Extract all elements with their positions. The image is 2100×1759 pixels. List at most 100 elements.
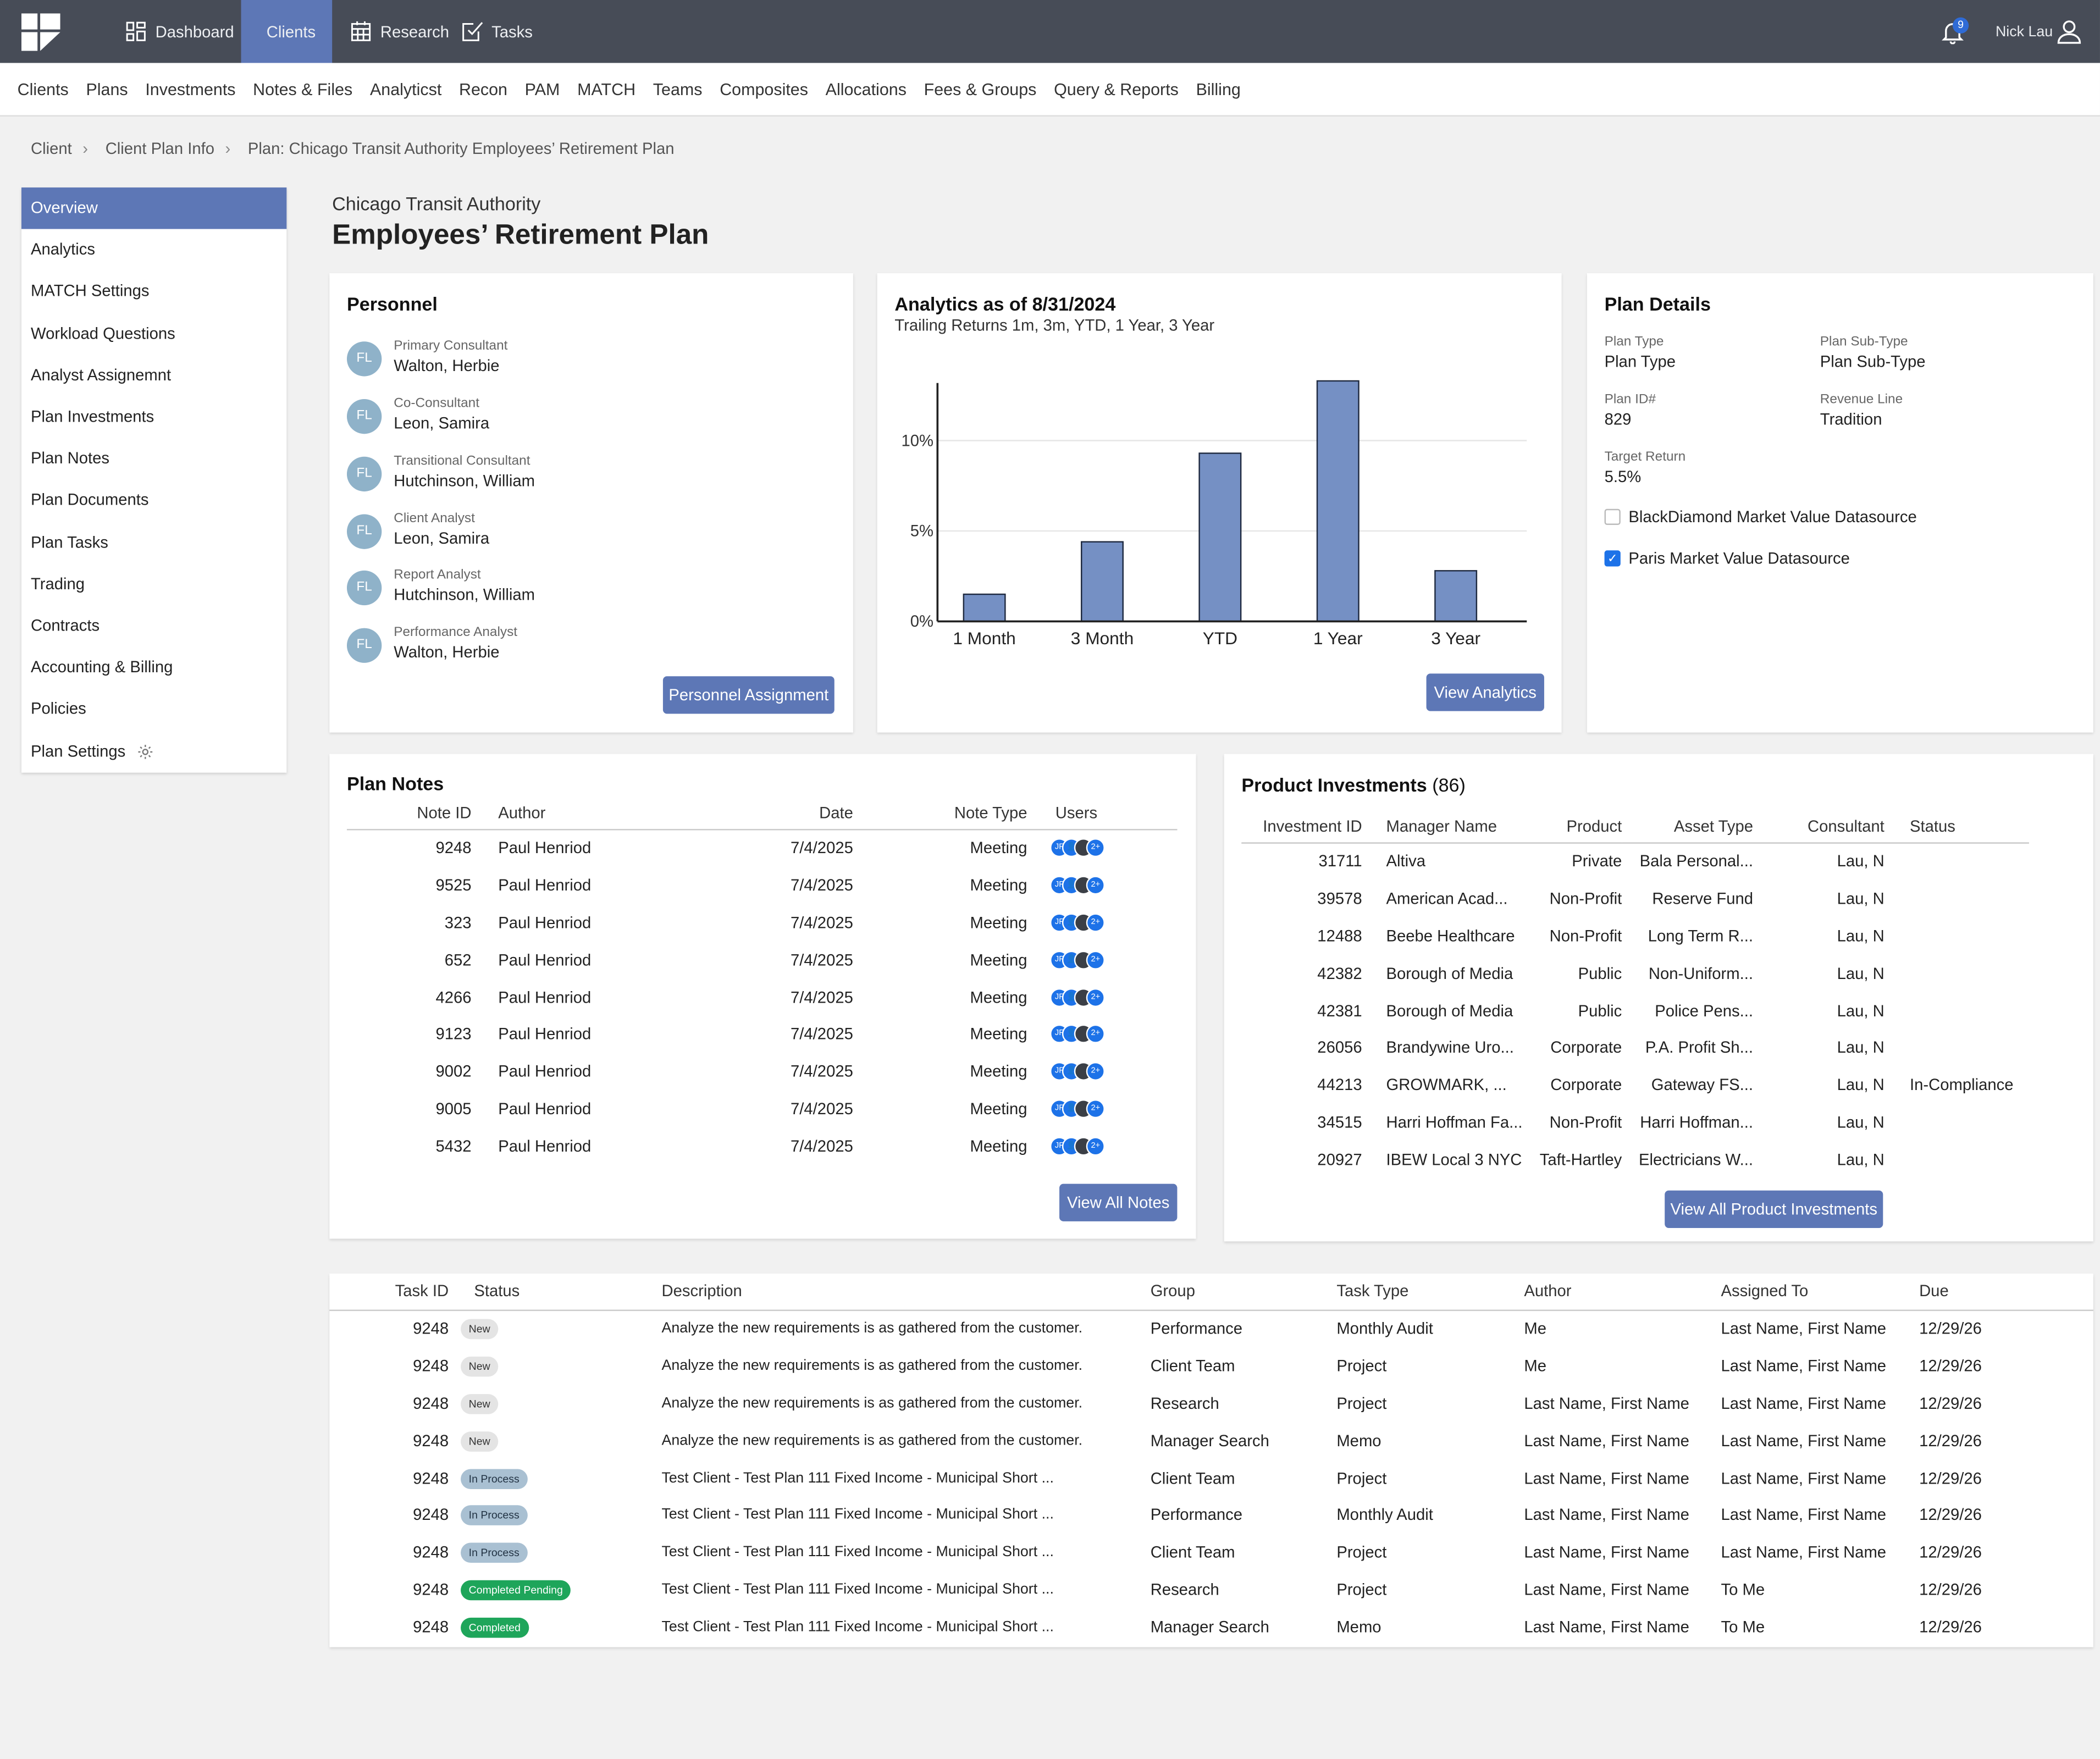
- table-row[interactable]: 9002 Paul Henriod 7/4/2025 Meeting JF 👤 2+: [347, 1053, 1177, 1091]
- paris-datasource-checkbox[interactable]: ✓ Paris Market Value Datasource: [1604, 549, 1850, 568]
- subnav-plans[interactable]: Plans: [86, 80, 128, 98]
- user-avatars[interactable]: JF 👤 2+: [1049, 1062, 1177, 1081]
- table-row[interactable]: 42382 Borough of Media Public Non-Uniform..…: [1241, 954, 2029, 992]
- table-row[interactable]: 9248 In Process Test Client - Test Plan 11…: [329, 1496, 2093, 1534]
- user-avatars[interactable]: JF 👤 2+: [1049, 950, 1177, 969]
- table-row[interactable]: 9248 New Analyze the new requirements is a…: [329, 1421, 2093, 1459]
- subnav-match[interactable]: MATCH: [577, 80, 635, 98]
- chart-bar[interactable]: [1316, 380, 1360, 622]
- col-status[interactable]: Status: [449, 1274, 661, 1310]
- table-row[interactable]: 39578 American Acad... Non-Profit Reserve F…: [1241, 880, 2029, 917]
- user-avatars[interactable]: JF 👤 2+: [1049, 912, 1177, 932]
- col-task-type[interactable]: Task Type: [1336, 1274, 1524, 1310]
- table-row[interactable]: 323 Paul Henriod 7/4/2025 Meeting JF 👤 2+: [347, 904, 1177, 941]
- user-avatars[interactable]: JF 👤 2+: [1049, 1025, 1177, 1044]
- table-row[interactable]: 9123 Paul Henriod 7/4/2025 Meeting JF 👤 2+: [347, 1016, 1177, 1053]
- col-note-id[interactable]: Note ID: [347, 797, 489, 829]
- view-analytics-button[interactable]: View Analytics: [1426, 673, 1544, 711]
- sidebar-item-analyst-assignment[interactable]: Analyst Assignemnt: [21, 355, 286, 396]
- sidebar-item-match-settings[interactable]: MATCH Settings: [21, 271, 286, 313]
- table-row[interactable]: 9248 In Process Test Client - Test Plan 11…: [329, 1459, 2093, 1496]
- table-row[interactable]: 9005 Paul Henriod 7/4/2025 Meeting JF 👤 2+: [347, 1091, 1177, 1128]
- sidebar-item-plan-investments[interactable]: Plan Investments: [21, 396, 286, 438]
- subnav-notes-files[interactable]: Notes & Files: [253, 80, 352, 98]
- user-avatars[interactable]: JF 👤 2+: [1049, 875, 1177, 894]
- sidebar-item-overview[interactable]: Overview: [21, 187, 287, 230]
- sidebar-item-trading[interactable]: Trading: [21, 563, 286, 605]
- checkbox-unchecked[interactable]: [1604, 508, 1621, 525]
- table-row[interactable]: 9248 New Analyze the new requirements is a…: [329, 1384, 2093, 1421]
- subnav-teams[interactable]: Teams: [653, 80, 703, 98]
- subnav-composites[interactable]: Composites: [720, 80, 808, 98]
- table-row[interactable]: 34515 Harri Hoffman Fa... Non-Profit Harri …: [1241, 1104, 2029, 1141]
- sidebar-item-workload-questions[interactable]: Workload Questions: [21, 313, 286, 355]
- table-row[interactable]: 42381 Borough of Media Public Police Pens..…: [1241, 992, 2029, 1029]
- subnav-analytics[interactable]: Analyticst: [370, 80, 441, 98]
- table-row[interactable]: 44213 GROWMARK, ... Corporate Gateway FS...…: [1241, 1066, 2029, 1104]
- subnav-clients[interactable]: Clients: [18, 80, 69, 98]
- col-investment-id[interactable]: Investment ID: [1241, 810, 1362, 842]
- col-manager-name[interactable]: Manager Name: [1362, 810, 1523, 842]
- table-row[interactable]: 9525 Paul Henriod 7/4/2025 Meeting JF 👤 2+: [347, 866, 1177, 904]
- sidebar-item-plan-notes[interactable]: Plan Notes: [21, 438, 286, 480]
- chart-bar[interactable]: [1434, 570, 1478, 622]
- nav-clients[interactable]: Clients: [241, 0, 333, 63]
- table-row[interactable]: 12488 Beebe Healthcare Non-Profit Long Term…: [1241, 917, 2029, 954]
- breadcrumb-client[interactable]: Client: [31, 139, 72, 158]
- nav-dashboard[interactable]: Dashboard: [107, 0, 251, 63]
- col-task-id[interactable]: Task ID: [329, 1274, 449, 1310]
- table-row[interactable]: 9248 In Process Test Client - Test Plan 11…: [329, 1534, 2093, 1571]
- subnav-recon[interactable]: Recon: [459, 80, 507, 98]
- table-row[interactable]: 9248 Completed Pending Test Client - Test …: [329, 1571, 2093, 1608]
- chart-bar[interactable]: [1081, 541, 1124, 622]
- chart-bar[interactable]: [963, 593, 1006, 622]
- sidebar-item-plan-settings[interactable]: Plan Settings: [21, 731, 286, 772]
- subnav-fees-groups[interactable]: Fees & Groups: [924, 80, 1037, 98]
- sidebar-item-policies[interactable]: Policies: [21, 689, 286, 731]
- app-logo[interactable]: [21, 13, 60, 51]
- user-avatars[interactable]: JF 👤 2+: [1049, 987, 1177, 1006]
- col-assigned-to[interactable]: Assigned To: [1721, 1274, 1920, 1310]
- blackdiamond-datasource-checkbox[interactable]: BlackDiamond Market Value Datasource: [1604, 507, 1917, 526]
- personnel-assignment-button[interactable]: Personnel Assignment: [662, 676, 835, 714]
- col-users[interactable]: Users: [1027, 797, 1178, 829]
- subnav-allocations[interactable]: Allocations: [826, 80, 907, 98]
- checkbox-checked[interactable]: ✓: [1604, 550, 1621, 567]
- user-avatars[interactable]: JF 👤 2+: [1049, 1099, 1177, 1119]
- sidebar-item-plan-documents[interactable]: Plan Documents: [21, 480, 286, 522]
- user-name[interactable]: Nick Lau: [1996, 24, 2053, 40]
- col-status[interactable]: Status: [1885, 810, 2029, 842]
- view-all-notes-button[interactable]: View All Notes: [1059, 1183, 1178, 1221]
- sidebar-item-plan-tasks[interactable]: Plan Tasks: [21, 522, 286, 563]
- table-row[interactable]: 9248 Paul Henriod 7/4/2025 Meeting JF 👤 2+: [347, 829, 1177, 866]
- user-avatar-icon[interactable]: [2054, 16, 2084, 46]
- col-asset-type[interactable]: Asset Type: [1622, 810, 1753, 842]
- nav-tasks[interactable]: Tasks: [443, 0, 550, 63]
- user-avatars[interactable]: JF 👤 2+: [1049, 1137, 1177, 1156]
- table-row[interactable]: 9248 New Analyze the new requirements is a…: [329, 1347, 2093, 1385]
- view-all-product-investments-button[interactable]: View All Product Investments: [1665, 1190, 1883, 1228]
- col-group[interactable]: Group: [1151, 1274, 1337, 1310]
- subnav-query-reports[interactable]: Query & Reports: [1054, 80, 1179, 98]
- subnav-billing[interactable]: Billing: [1196, 80, 1241, 98]
- breadcrumb-client-plan-info[interactable]: Client Plan Info: [106, 139, 214, 158]
- sidebar-item-accounting-billing[interactable]: Accounting & Billing: [21, 647, 286, 689]
- table-row[interactable]: 652 Paul Henriod 7/4/2025 Meeting JF 👤 2+: [347, 941, 1177, 978]
- col-date[interactable]: Date: [730, 797, 853, 829]
- table-row[interactable]: 31711 Altiva Private Bala Personal... Lau, N: [1241, 842, 2029, 880]
- col-author[interactable]: Author: [1524, 1274, 1721, 1310]
- table-row[interactable]: 5432 Paul Henriod 7/4/2025 Meeting JF 👤 2+: [347, 1128, 1177, 1165]
- sidebar-item-contracts[interactable]: Contracts: [21, 605, 286, 647]
- subnav-investments[interactable]: Investments: [145, 80, 235, 98]
- col-author[interactable]: Author: [489, 797, 730, 829]
- col-due[interactable]: Due: [1919, 1274, 2093, 1310]
- table-row[interactable]: 26056 Brandywine Uro... Corporate P.A. Prof…: [1241, 1029, 2029, 1066]
- sidebar-item-analytics[interactable]: Analytics: [21, 229, 286, 271]
- col-description[interactable]: Description: [661, 1274, 1150, 1310]
- table-row[interactable]: 20927 IBEW Local 3 NYC Taft-Hartley Electri…: [1241, 1141, 2029, 1179]
- table-row[interactable]: 9248 New Analyze the new requirements is a…: [329, 1310, 2093, 1347]
- table-row[interactable]: 9248 Completed Test Client - Test Plan 111…: [329, 1608, 2093, 1646]
- subnav-pam[interactable]: PAM: [525, 80, 560, 98]
- col-consultant[interactable]: Consultant: [1753, 810, 1885, 842]
- chart-bar[interactable]: [1198, 452, 1242, 622]
